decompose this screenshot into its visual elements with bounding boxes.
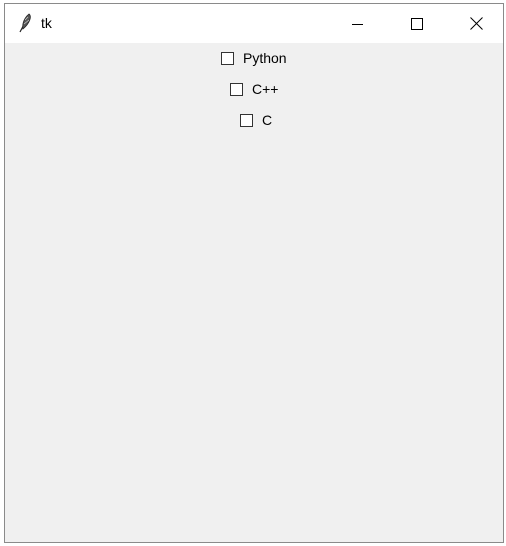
client-area: Python C++ C: [5, 43, 503, 542]
checkbox-label: C++: [252, 81, 279, 97]
title-bar[interactable]: tk: [5, 4, 503, 43]
checkbox-cpp[interactable]: C++: [230, 79, 278, 99]
feather-icon: [17, 12, 33, 34]
minimize-button[interactable]: [335, 4, 381, 43]
app-window: tk Python C++ C: [4, 3, 504, 543]
maximize-icon: [411, 17, 423, 30]
maximize-button[interactable]: [394, 4, 440, 43]
checkbox-box[interactable]: [230, 82, 243, 96]
close-icon: [469, 17, 483, 30]
minimize-icon: [352, 18, 364, 30]
checkbox-c[interactable]: C: [240, 110, 272, 130]
checkbox-box[interactable]: [221, 51, 234, 65]
close-button[interactable]: [453, 4, 499, 43]
checkbox-label: Python: [243, 50, 287, 66]
checkbox-label: C: [262, 112, 273, 128]
window-title: tk: [41, 15, 52, 31]
checkbox-python[interactable]: Python: [221, 48, 287, 68]
checkbox-box[interactable]: [240, 113, 253, 127]
